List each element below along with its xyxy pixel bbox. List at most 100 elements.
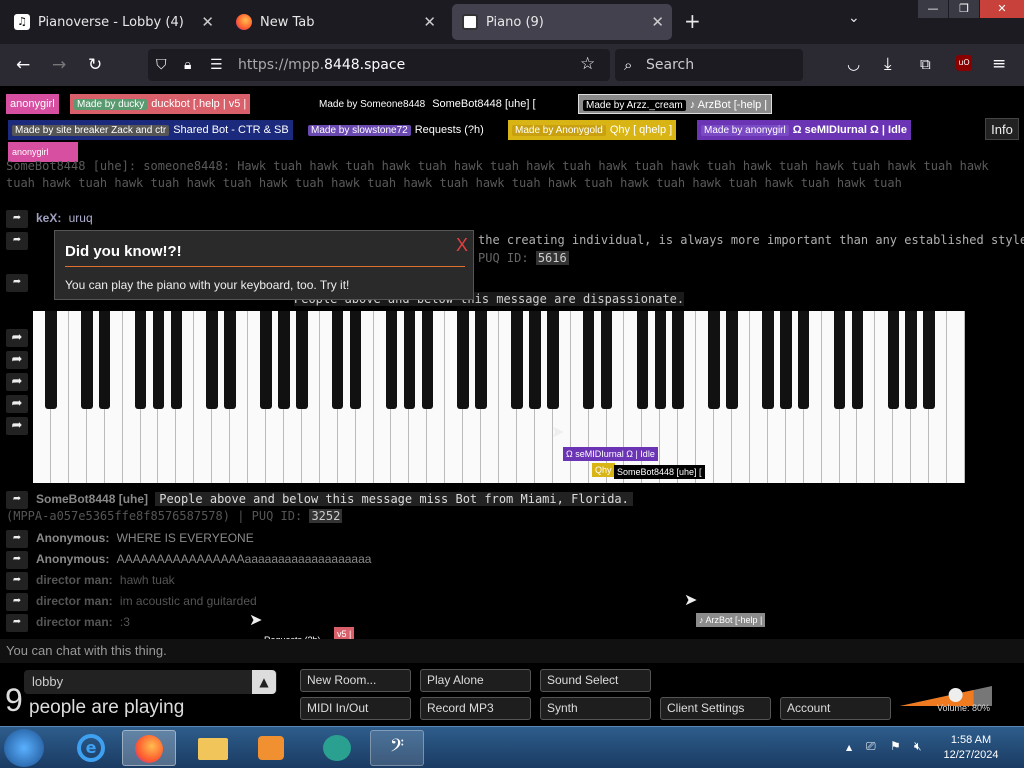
reply-arrow-icon[interactable]: ➦	[6, 210, 28, 228]
black-key[interactable]	[349, 311, 362, 409]
user-tag[interactable]: Made by ducky duckbot [.help | v5 |	[70, 94, 251, 114]
black-key[interactable]	[224, 311, 236, 409]
bass-clef-app-icon[interactable]: 𝄢	[370, 730, 424, 766]
search-input[interactable]: Search	[646, 57, 694, 73]
black-key[interactable]	[206, 311, 218, 409]
close-window-icon[interactable]: ✕	[980, 0, 1024, 18]
black-key[interactable]	[529, 311, 541, 409]
file-explorer-icon[interactable]	[186, 730, 240, 766]
reload-icon[interactable]: ↻	[88, 56, 102, 74]
reply-arrow-icon[interactable]: ➦	[6, 232, 28, 250]
black-key[interactable]	[331, 311, 344, 409]
url-text[interactable]: https://mpp.8448.space	[238, 57, 405, 73]
network-icon[interactable]: ⎚	[866, 739, 876, 754]
black-key[interactable]	[636, 311, 649, 409]
black-key[interactable]	[457, 311, 469, 409]
user-tag[interactable]: Made by slowstone72 Requests (?h)	[304, 120, 488, 140]
black-key[interactable]	[797, 311, 810, 409]
reply-arrow-icon[interactable]: ➦	[6, 614, 28, 632]
black-key[interactable]	[170, 311, 183, 409]
new-tab-icon[interactable]: +	[684, 9, 701, 33]
taskbar-clock[interactable]: 1:58 AM 12/27/2024	[942, 733, 1000, 763]
synth-button[interactable]: Synth	[540, 697, 651, 720]
account-button[interactable]: Account	[780, 697, 891, 720]
user-tag[interactable]: Made by site breaker Zack and ctr Shared …	[8, 120, 293, 140]
black-key[interactable]	[45, 311, 57, 409]
black-key[interactable]	[762, 311, 774, 409]
reply-arrow-icon[interactable]: ➦	[6, 551, 28, 569]
downloads-icon[interactable]: ⤓	[884, 55, 892, 73]
reply-arrow-icon[interactable]: ➦	[6, 348, 36, 369]
black-key[interactable]	[511, 311, 523, 409]
permissions-icon[interactable]: ☰	[210, 56, 223, 74]
black-key[interactable]	[582, 311, 595, 409]
new-room-button[interactable]: New Room...	[300, 669, 411, 692]
black-key[interactable]	[421, 311, 434, 409]
piano-keyboard[interactable]	[33, 311, 965, 483]
tab-close-icon[interactable]: ✕	[423, 14, 436, 30]
user-tag[interactable]: Made by Arzz._cream ♪ ArzBot [-help |	[578, 94, 773, 114]
ublock-icon[interactable]: uO	[956, 55, 972, 71]
back-icon[interactable]: ←	[16, 56, 30, 74]
forward-icon[interactable]: →	[52, 56, 66, 74]
action-center-flag-icon[interactable]: ⚑	[890, 739, 901, 753]
black-key[interactable]	[887, 311, 900, 409]
extensions-icon[interactable]: ⧉	[920, 55, 931, 73]
reply-arrow-icon[interactable]: ➦	[6, 274, 28, 292]
user-tag[interactable]: Made by Someone8448 SomeBot8448 [uhe] [	[312, 94, 540, 114]
show-hidden-icons-icon[interactable]: ▲	[846, 743, 852, 752]
pocket-icon[interactable]: ◡	[847, 55, 860, 73]
black-key[interactable]	[833, 311, 846, 409]
notification-close-button[interactable]: X	[456, 235, 468, 256]
black-key[interactable]	[905, 311, 917, 409]
list-all-tabs-icon[interactable]: ⌄	[848, 10, 860, 26]
reply-arrow-icon[interactable]: ➦	[6, 491, 28, 509]
volume-muted-icon[interactable]: 🔇︎	[914, 739, 922, 754]
black-key[interactable]	[296, 311, 308, 409]
menu-icon[interactable]: ≡	[992, 55, 1006, 73]
shield-icon[interactable]: ⛉	[156, 56, 167, 74]
black-key[interactable]	[260, 311, 272, 409]
play-alone-button[interactable]: Play Alone	[420, 669, 531, 692]
info-button[interactable]: Info	[985, 118, 1019, 140]
tab-close-icon[interactable]: ✕	[201, 14, 214, 30]
midi-in-out-button[interactable]: MIDI In/Out	[300, 697, 411, 720]
black-key[interactable]	[403, 311, 416, 409]
black-key[interactable]	[385, 311, 398, 409]
black-key[interactable]	[475, 311, 487, 409]
room-select[interactable]: lobby	[24, 670, 277, 694]
record-mp3-button[interactable]: Record MP3	[420, 697, 531, 720]
reply-arrow-icon[interactable]: ➦	[6, 370, 36, 391]
chat-input[interactable]: You can chat with this thing.	[0, 639, 1024, 663]
tab-close-icon[interactable]: ✕	[651, 14, 664, 30]
black-key[interactable]	[98, 311, 111, 409]
restore-icon[interactable]: ❐	[949, 0, 979, 18]
minimize-icon[interactable]: —	[918, 0, 948, 18]
user-tag[interactable]: anonygirl	[6, 94, 59, 114]
app-icon[interactable]	[310, 730, 364, 766]
black-key[interactable]	[278, 311, 290, 409]
black-key[interactable]	[923, 311, 935, 409]
media-player-icon[interactable]	[244, 730, 298, 766]
firefox-taskbar-icon[interactable]	[122, 730, 176, 766]
reply-arrow-icon[interactable]: ➦	[6, 572, 28, 590]
black-key[interactable]	[152, 311, 165, 409]
black-key[interactable]	[780, 311, 792, 409]
lock-icon[interactable]: 🔒︎	[184, 56, 191, 74]
bookmark-star-icon[interactable]: ☆	[580, 55, 595, 73]
client-settings-button[interactable]: Client Settings	[660, 697, 771, 720]
volume-knob[interactable]	[948, 688, 963, 702]
room-dropdown-arrow-icon[interactable]: ▲	[252, 670, 276, 694]
black-key[interactable]	[708, 311, 720, 409]
black-key[interactable]	[672, 311, 684, 409]
black-key[interactable]	[547, 311, 559, 409]
tab-new-tab[interactable]: New Tab ✕	[226, 4, 444, 40]
user-tag[interactable]: Made by Anonygold Qhy [ qhelp ]	[508, 120, 677, 140]
start-button-icon[interactable]	[4, 729, 44, 767]
reply-arrow-icon[interactable]: ➦	[6, 392, 36, 413]
sound-select-button[interactable]: Sound Select	[540, 669, 651, 692]
reply-arrow-icon[interactable]: ➦	[6, 593, 28, 611]
tab-pianoverse-lobby[interactable]: ♫ Pianoverse - Lobby (4) ✕	[4, 4, 222, 40]
tab-piano[interactable]: Piano (9) ✕	[452, 4, 672, 40]
reply-arrow-icon[interactable]: ➦	[6, 326, 36, 347]
